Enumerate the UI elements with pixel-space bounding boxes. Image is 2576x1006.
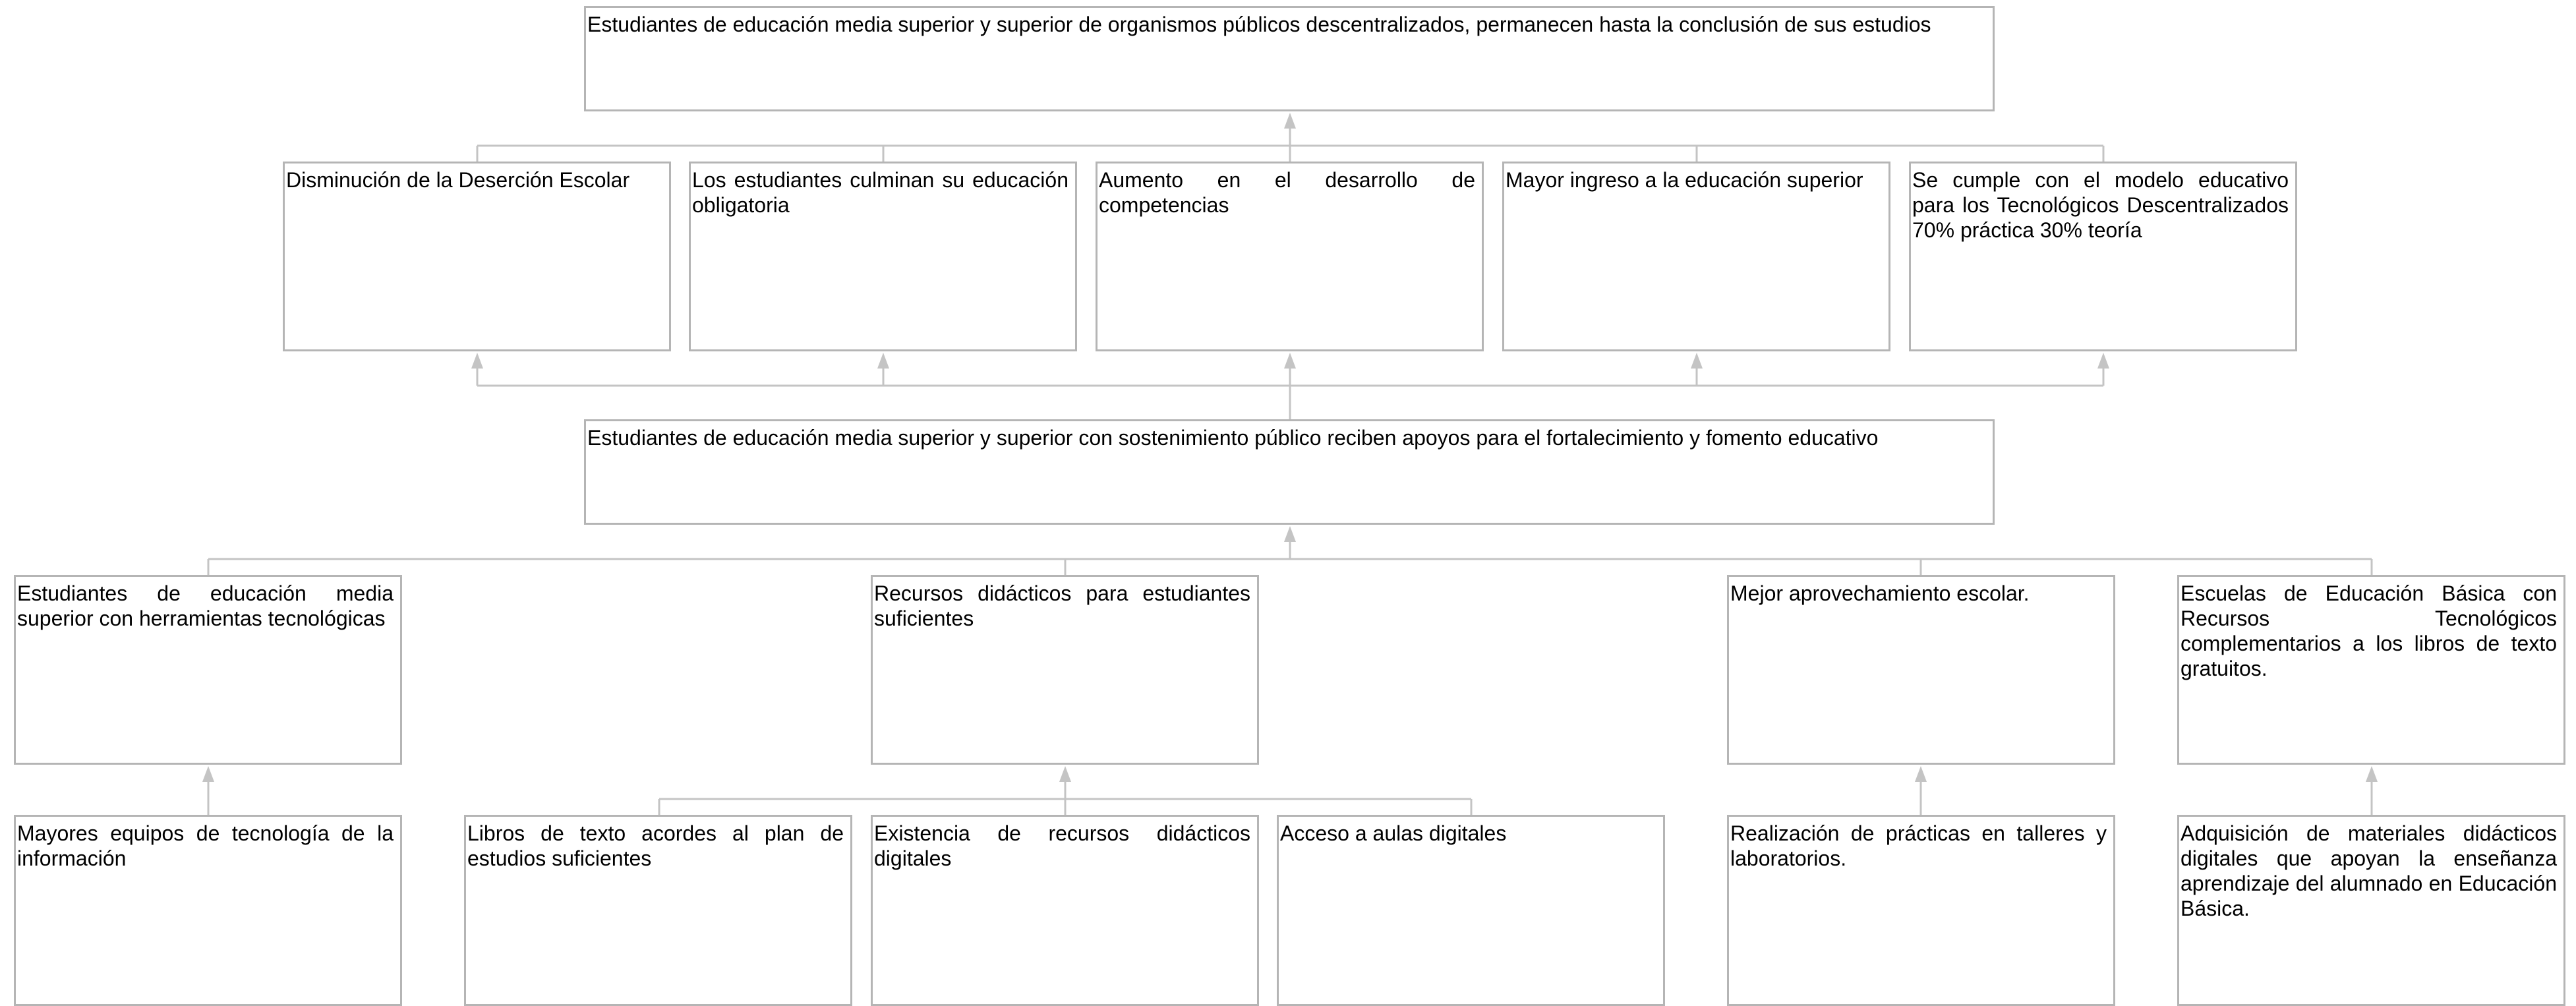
activity-text-2: Libros de texto acordes al plan de estud…	[467, 821, 844, 870]
activity-text-5: Realización de prácticas en talleres y l…	[1730, 821, 2107, 870]
component-1-arrowhead	[202, 766, 214, 782]
activity-box-3: Existencia de recursos didácticos digita…	[871, 815, 1259, 1006]
component-box-2: Recursos didácticos para estudiantes suf…	[871, 575, 1259, 765]
effect-text-1: Disminución de la Deserción Escolar	[286, 168, 630, 192]
effect-text-4: Mayor ingreso a la educación superior	[1506, 168, 1863, 192]
effect-text-5: Se cumple con el modelo educativo para l…	[1912, 168, 2289, 242]
effect-text-2: Los estudiantes culminan su educación ob…	[692, 168, 1068, 217]
activity-text-4: Acceso a aulas digitales	[1280, 821, 1507, 845]
component-text-2: Recursos didácticos para estudiantes suf…	[874, 581, 1250, 630]
central-arrowhead	[1284, 526, 1296, 542]
activity-text-3: Existencia de recursos didácticos digita…	[874, 821, 1250, 870]
purpose-text: Estudiantes de educación media superior …	[587, 13, 1931, 36]
central-objective-box: Estudiantes de educación media superior …	[584, 419, 1995, 525]
component-box-1: Estudiantes de educación media superior …	[14, 575, 402, 765]
activity-box-6: Adquisición de materiales didácticos dig…	[2177, 815, 2565, 1006]
effect-4-arrowhead	[1691, 353, 1703, 369]
activity-box-4: Acceso a aulas digitales	[1277, 815, 1665, 1006]
effect-5-arrowhead	[2097, 353, 2109, 369]
component-text-4: Escuelas de Educación Básica con Recurso…	[2181, 581, 2557, 680]
effect-3-arrowhead	[1284, 353, 1296, 369]
activity-box-5: Realización de prácticas en talleres y l…	[1727, 815, 2115, 1006]
component-box-3: Mejor aprovechamiento escolar.	[1727, 575, 2115, 765]
effect-2-arrowhead	[877, 353, 889, 369]
purpose-arrowhead	[1284, 113, 1296, 129]
component-box-4: Escuelas de Educación Básica con Recurso…	[2177, 575, 2565, 765]
activity-text-6: Adquisición de materiales didácticos dig…	[2181, 821, 2557, 920]
component-text-3: Mejor aprovechamiento escolar.	[1730, 581, 2030, 605]
effect-box-2: Los estudiantes culminan su educación ob…	[689, 162, 1077, 351]
effect-box-4: Mayor ingreso a la educación superior	[1502, 162, 1890, 351]
central-objective-text: Estudiantes de educación media superior …	[587, 426, 1879, 450]
activity-text-1: Mayores equipos de tecnología de la info…	[17, 821, 394, 870]
component-text-1: Estudiantes de educación media superior …	[17, 581, 394, 630]
component-2-arrowhead	[1059, 766, 1071, 782]
effect-box-1: Disminución de la Deserción Escolar	[283, 162, 671, 351]
component-3-arrowhead	[1915, 766, 1927, 782]
purpose-box: Estudiantes de educación media superior …	[584, 6, 1995, 111]
effect-box-5: Se cumple con el modelo educativo para l…	[1909, 162, 2297, 351]
component-4-arrowhead	[2366, 766, 2378, 782]
objective-tree-diagram: Estudiantes de educación media superior …	[0, 0, 2576, 1006]
activity-box-2: Libros de texto acordes al plan de estud…	[464, 815, 852, 1006]
effect-1-arrowhead	[471, 353, 483, 369]
effect-text-3: Aumento en el desarrollo de competencias	[1099, 168, 1475, 217]
effect-box-3: Aumento en el desarrollo de competencias	[1096, 162, 1484, 351]
activity-box-1: Mayores equipos de tecnología de la info…	[14, 815, 402, 1006]
